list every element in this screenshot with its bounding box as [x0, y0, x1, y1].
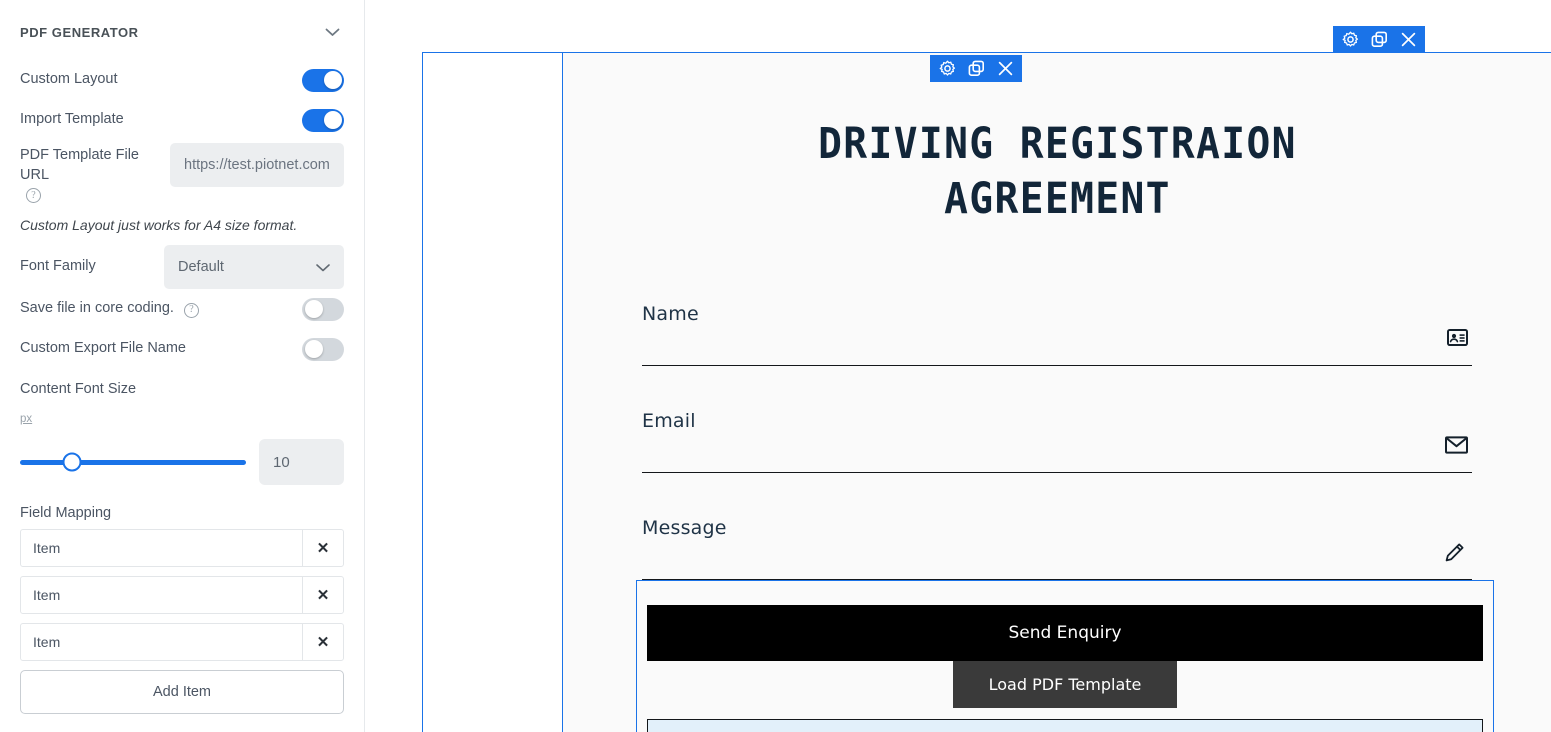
font-family-value: Default	[178, 259, 224, 276]
load-pdf-template-button[interactable]: Load PDF Template	[953, 661, 1177, 708]
list-item[interactable]: Item ✕	[20, 623, 344, 662]
document-title-line1: DRIVING REGISTRAION	[818, 119, 1297, 169]
save-core-coding-toggle[interactable]	[302, 297, 344, 321]
import-template-toggle[interactable]	[302, 108, 344, 132]
send-enquiry-button[interactable]: Send Enquiry	[647, 605, 1483, 661]
name-input[interactable]	[642, 325, 1472, 366]
field-mapping-label: Field Mapping	[20, 505, 112, 522]
template-url-label-text: PDF Template File URL	[20, 147, 139, 183]
toggle-knob	[304, 340, 323, 359]
envelope-icon	[1445, 436, 1468, 454]
setting-row-custom-export-name: Custom Export File Name	[20, 329, 344, 369]
remove-icon[interactable]: ✕	[303, 577, 343, 613]
pencil-icon	[1445, 543, 1464, 562]
list-item[interactable]: Item ✕	[20, 576, 344, 615]
gear-icon[interactable]	[937, 59, 957, 79]
field-mapping-input[interactable]: Item	[21, 577, 303, 614]
message-field-label: Message	[642, 517, 727, 539]
setting-row-save-core-coding: Save file in core coding. ?	[20, 289, 344, 329]
gear-icon[interactable]	[1340, 30, 1360, 50]
save-core-coding-label: Save file in core coding. ?	[20, 299, 199, 319]
chevron-down-icon[interactable]	[321, 23, 344, 42]
settings-sidebar: PDF GENERATOR Custom Layout Import Templ…	[0, 0, 365, 732]
custom-export-label: Custom Export File Name	[20, 340, 186, 357]
remove-icon[interactable]: ✕	[303, 530, 343, 566]
section-left-column	[423, 53, 563, 732]
remove-icon[interactable]: ✕	[303, 624, 343, 660]
font-family-select[interactable]: Default	[164, 245, 344, 290]
editor-canvas: DRIVING REGISTRAION AGREEMENT Name Email…	[365, 0, 1551, 732]
font-size-slider[interactable]	[20, 452, 246, 472]
content-font-size-control: 10	[20, 439, 344, 486]
custom-layout-note: Custom Layout just works for A4 size for…	[20, 217, 298, 234]
add-item-button[interactable]: Add Item	[20, 670, 344, 715]
name-field-label: Name	[642, 303, 699, 325]
section-buttons[interactable]: Send Enquiry Load PDF Template e's c	[636, 580, 1494, 732]
pdf-preview-box[interactable]: e's c	[647, 719, 1483, 732]
document-title-line2: AGREEMENT	[944, 174, 1171, 225]
field-mapping-input[interactable]: Item	[21, 530, 303, 567]
contact-form: Name Email Message	[642, 303, 1472, 624]
duplicate-icon[interactable]	[1369, 30, 1389, 50]
duplicate-icon[interactable]	[966, 59, 986, 79]
toggle-knob	[323, 71, 342, 89]
save-core-coding-text: Save file in core coding.	[20, 300, 174, 317]
panel-header[interactable]: PDF GENERATOR	[20, 0, 344, 60]
id-card-icon	[1447, 329, 1468, 346]
content-font-size-header: Content Font Size	[20, 369, 344, 409]
email-field-label: Email	[642, 410, 696, 432]
form-field-email[interactable]: Email	[642, 410, 1472, 473]
help-icon[interactable]: ?	[26, 188, 41, 204]
form-field-name[interactable]: Name	[642, 303, 1472, 366]
chevron-down-icon	[316, 260, 330, 275]
email-input[interactable]	[642, 432, 1472, 473]
toggle-knob	[304, 300, 323, 319]
section-outer[interactable]: DRIVING REGISTRAION AGREEMENT Name Email…	[422, 52, 1551, 732]
toggle-knob	[323, 111, 342, 129]
import-template-label: Import Template	[20, 111, 124, 128]
form-field-message[interactable]: Message	[642, 517, 1472, 580]
custom-export-toggle[interactable]	[302, 337, 344, 361]
help-icon[interactable]: ?	[183, 302, 199, 318]
custom-layout-label: Custom Layout	[20, 71, 118, 88]
list-item[interactable]: Item ✕	[20, 529, 344, 568]
font-size-number-input[interactable]: 10	[259, 439, 344, 486]
document-title: DRIVING REGISTRAION AGREEMENT	[603, 117, 1511, 227]
font-family-label: Font Family	[20, 258, 96, 275]
custom-layout-toggle[interactable]	[302, 68, 344, 92]
content-font-size-label: Content Font Size	[20, 381, 137, 398]
field-mapping-input[interactable]: Item	[21, 624, 303, 661]
app-root: PDF GENERATOR Custom Layout Import Templ…	[0, 0, 1551, 732]
setting-row-template-url: PDF Template File URL ? https://test.pio…	[20, 140, 344, 204]
element-toolbar-outer-section[interactable]	[930, 55, 1022, 82]
document-preview: DRIVING REGISTRAION AGREEMENT Name Email…	[564, 53, 1551, 732]
close-icon[interactable]	[1398, 30, 1418, 50]
slider-thumb[interactable]	[62, 452, 82, 472]
setting-row-import-template: Import Template	[20, 100, 344, 140]
close-icon[interactable]	[995, 59, 1015, 79]
page-title: PDF GENERATOR	[20, 24, 139, 40]
setting-row-font-family: Font Family Default	[20, 245, 344, 290]
element-toolbar-top[interactable]	[1333, 26, 1425, 53]
template-url-label: PDF Template File URL ?	[20, 146, 170, 204]
message-input[interactable]	[642, 539, 1472, 580]
unit-px-link[interactable]: px	[20, 413, 32, 425]
template-url-input[interactable]: https://test.piotnet.com	[170, 143, 344, 187]
setting-row-custom-layout: Custom Layout	[20, 60, 344, 100]
